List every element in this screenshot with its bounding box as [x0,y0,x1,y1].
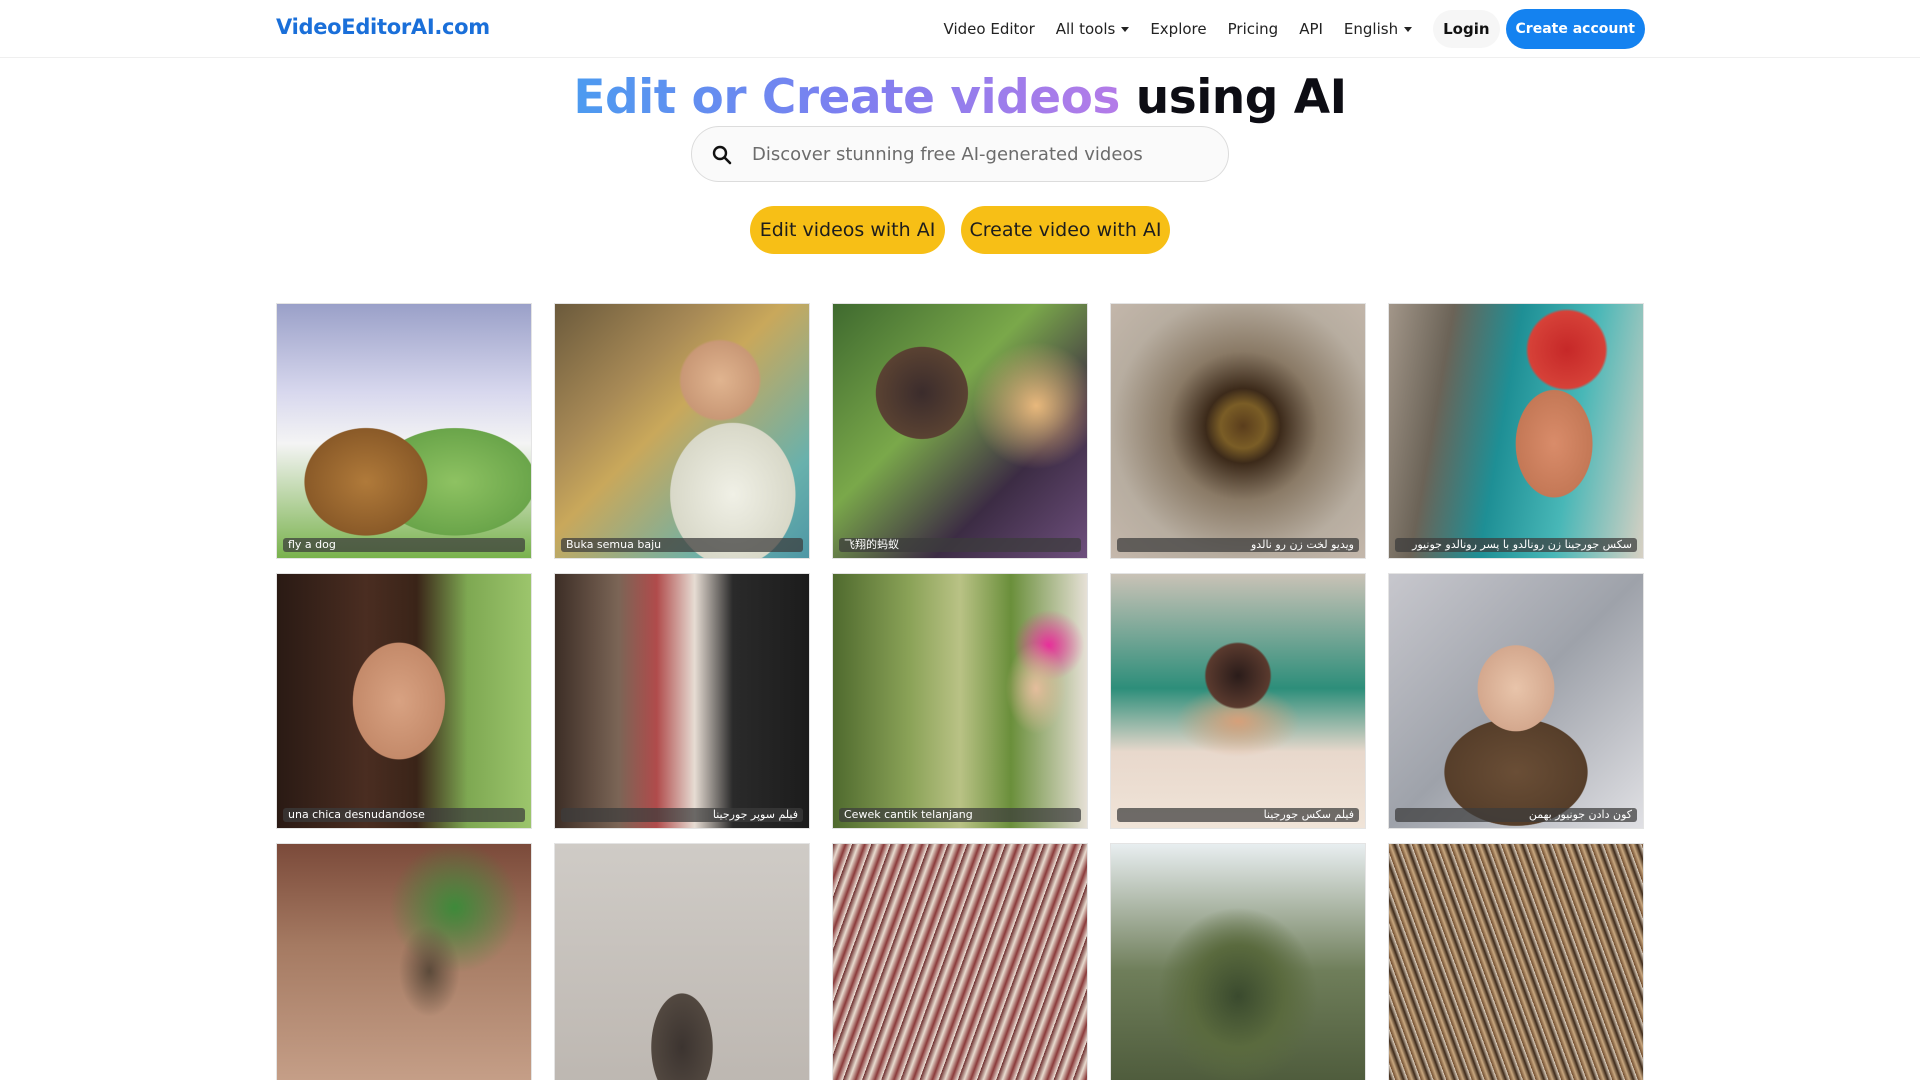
video-thumbnail [1111,304,1365,558]
video-caption: fly a dog [283,538,525,552]
search-bar[interactable] [691,126,1229,182]
search-icon [712,145,732,165]
video-thumbnail [833,304,1087,558]
video-card[interactable]: 飞翔的蚂蚁 [832,303,1088,559]
video-caption: Buka semua baju [561,538,803,552]
video-card[interactable]: fly a dog [276,303,532,559]
caret-down-icon [1121,27,1130,32]
video-thumbnail [1111,844,1365,1080]
brand-logo[interactable]: VideoEditorAI.com [276,15,490,39]
nav-all-tools-label: All tools [1055,20,1116,38]
language-dropdown[interactable]: English [1343,20,1413,38]
video-thumbnail [555,574,809,828]
nav-pricing[interactable]: Pricing [1228,20,1279,38]
video-thumbnail [555,844,809,1080]
video-card[interactable]: کون دادن جونیور بهمن [1388,573,1644,829]
video-card[interactable] [832,843,1088,1080]
video-card[interactable]: una chica desnudandose [276,573,532,829]
video-card[interactable]: Buka semua baju [554,303,810,559]
nav-links: Video Editor All tools Explore Pricing A… [944,0,1920,58]
video-card[interactable]: فیلم سکس جورجینا [1110,573,1366,829]
video-thumbnail [1111,574,1365,828]
video-card[interactable]: Cewek cantik telanjang [832,573,1088,829]
video-caption: سکس جورجینا زن رونالدو با پسر رونالدو جو… [1395,538,1637,552]
video-thumbnail [1389,304,1643,558]
login-button[interactable]: Login [1433,10,1500,48]
video-thumbnail [1389,574,1643,828]
video-card[interactable] [1388,843,1644,1080]
video-card[interactable]: سکس جورجینا زن رونالدو با پسر رونالدو جو… [1388,303,1644,559]
edit-videos-button[interactable]: Edit videos with AI [750,206,945,254]
video-thumbnail [277,304,531,558]
language-label: English [1343,20,1399,38]
nav-api[interactable]: API [1299,20,1323,38]
create-account-button[interactable]: Create account [1505,9,1645,49]
video-card[interactable] [554,843,810,1080]
video-caption: کون دادن جونیور بهمن [1395,808,1637,822]
nav-all-tools-dropdown[interactable]: All tools [1056,20,1130,38]
hero-title-gradient: Edit or Create videos [573,70,1120,125]
video-thumbnail [833,574,1087,828]
video-thumbnail [1389,844,1643,1080]
create-video-button[interactable]: Create video with AI [961,206,1170,254]
hero-title-plain: using AI [1119,70,1347,125]
caret-down-icon [1404,27,1413,32]
search-input[interactable] [752,127,1212,181]
video-card[interactable] [276,843,532,1080]
video-thumbnail [277,574,531,828]
nav-video-editor[interactable]: Video Editor [944,20,1035,38]
video-gallery: fly a dog Buka semua baju 飞翔的蚂蚁 ویدیو لخ… [276,303,1645,1080]
video-caption: فیلم سکس جورجینا [1117,808,1359,822]
hero-title: Edit or Create videos using AI [0,70,1920,125]
video-thumbnail [277,844,531,1080]
video-caption: 飞翔的蚂蚁 [839,538,1081,552]
nav-explore[interactable]: Explore [1150,20,1206,38]
video-caption: una chica desnudandose [283,808,525,822]
top-navbar: VideoEditorAI.com Video Editor All tools… [0,0,1920,58]
video-card[interactable]: فیلم سوپر جورجینا [554,573,810,829]
video-caption: فیلم سوپر جورجینا [561,808,803,822]
video-thumbnail [833,844,1087,1080]
video-card[interactable]: ویدیو لخت زن رو نالدو [1110,303,1366,559]
video-caption: Cewek cantik telanjang [839,808,1081,822]
video-caption: ویدیو لخت زن رو نالدو [1117,538,1359,552]
video-card[interactable] [1110,843,1366,1080]
video-thumbnail [555,304,809,558]
